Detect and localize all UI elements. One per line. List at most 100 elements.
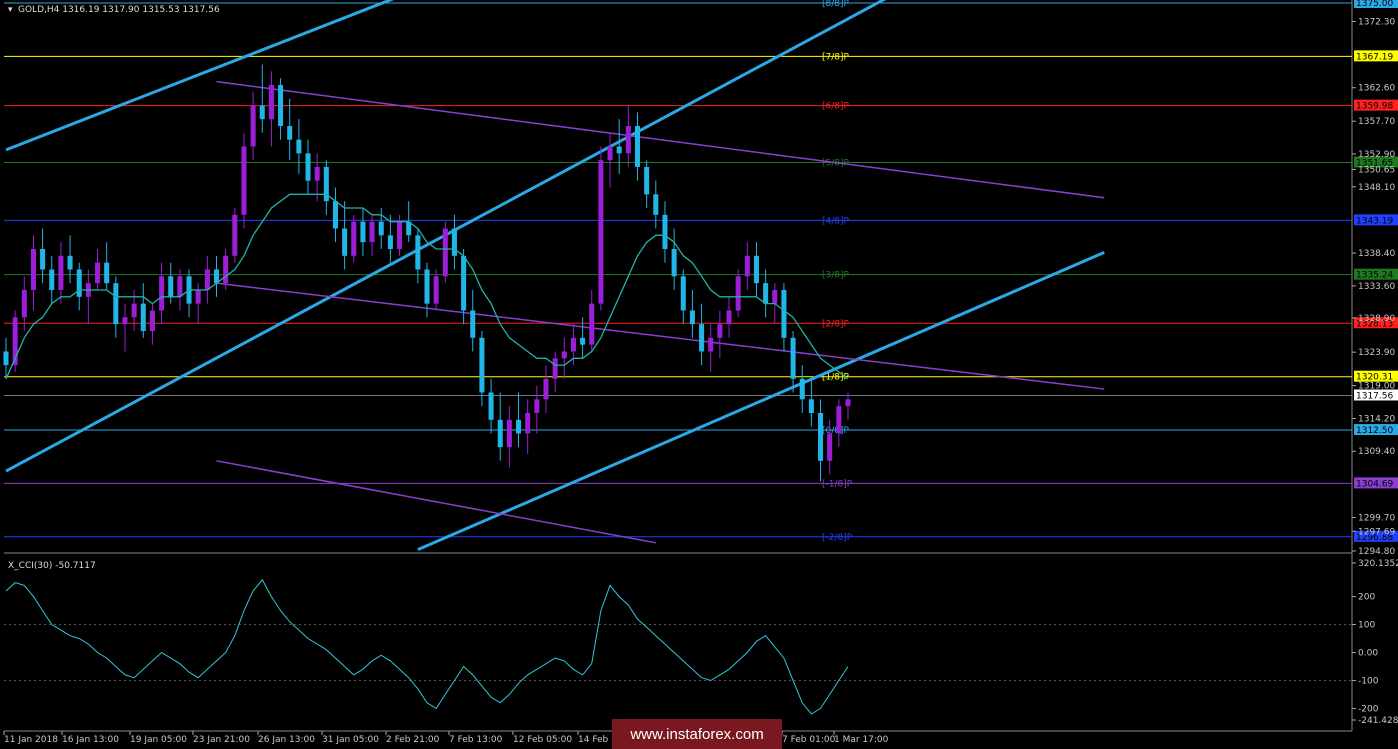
candle-body — [204, 269, 210, 290]
candle-body — [525, 412, 531, 434]
price-tick-label: 1352.90 — [1358, 150, 1395, 160]
murrey-level-label: [4/8]P — [822, 216, 850, 226]
price-tick-label: 1333.60 — [1358, 282, 1395, 292]
murrey-level-label: [2/8]P — [822, 319, 850, 329]
time-tick-label: 14 Feb — [578, 735, 609, 745]
price-tick-label: 1294.80 — [1358, 547, 1395, 557]
cci-tick-label: 0.00 — [1358, 649, 1378, 659]
candle-body — [827, 433, 833, 461]
candle-body — [461, 255, 467, 311]
cci-tick-label: -200 — [1358, 704, 1379, 714]
candle-body — [570, 337, 576, 352]
price-tick-label: 1357.70 — [1358, 117, 1395, 127]
candle-body — [122, 317, 128, 325]
candle-body — [753, 255, 759, 284]
current-price-tag-text: 1317.56 — [1356, 391, 1393, 401]
chart-title: GOLD,H4 1316.19 1317.90 1315.53 1317.56 — [18, 5, 220, 15]
price-tick-label: 1299.70 — [1358, 514, 1395, 524]
candle-body — [3, 351, 9, 366]
candle-body — [424, 269, 430, 304]
time-tick-label: 2 Feb 21:00 — [386, 735, 440, 745]
candle-body — [552, 358, 558, 379]
candle-body — [30, 248, 36, 290]
candle-body — [369, 221, 375, 243]
candle-body — [653, 194, 659, 215]
time-tick-label: 12 Feb 05:00 — [513, 735, 572, 745]
candle-body — [351, 221, 357, 256]
candle-body — [634, 125, 641, 167]
time-tick-label: 7 Feb 13:00 — [449, 735, 503, 745]
murrey-price-tag-text: 1375.00 — [1356, 0, 1393, 9]
time-tick-label: 26 Jan 13:00 — [258, 735, 315, 745]
candle-body — [516, 419, 522, 434]
candle-body — [287, 125, 293, 140]
price-tick-label: 1338.40 — [1358, 249, 1395, 259]
candle-body — [543, 378, 549, 400]
candle-body — [662, 214, 668, 249]
candle-body — [708, 337, 714, 352]
murrey-level-label: [8/8]P — [822, 0, 850, 9]
time-tick-label: 7 Feb 01:00 — [782, 735, 836, 745]
candle-body — [763, 283, 769, 304]
price-tick-label: 1323.90 — [1358, 348, 1395, 358]
murrey-price-tag-text: 1367.19 — [1356, 52, 1393, 62]
candle-body — [744, 255, 750, 277]
price-tick-label: 1309.40 — [1358, 447, 1395, 457]
candle-body — [644, 166, 650, 195]
candle-body — [140, 303, 146, 331]
murrey-price-tag-text: 1335.24 — [1356, 271, 1393, 281]
time-tick-label: 23 Jan 21:00 — [193, 735, 250, 745]
candle-body — [342, 228, 348, 256]
candle-body — [378, 221, 384, 236]
time-tick-label: 11 Jan 2018 — [4, 735, 58, 745]
candle-body — [278, 84, 284, 126]
watermark-text: www.instaforex.com — [629, 726, 763, 743]
candle-body — [168, 276, 174, 297]
time-tick-label: 16 Jan 13:00 — [62, 735, 119, 745]
candle-body — [607, 146, 613, 161]
candle-body — [598, 160, 604, 304]
candle-body — [296, 139, 302, 154]
candle-body — [58, 255, 64, 290]
candle-body — [818, 412, 824, 461]
candle-body — [699, 324, 705, 352]
candle-body — [149, 310, 155, 331]
candle-body — [268, 84, 274, 120]
candle-body — [616, 146, 622, 154]
candle-body — [223, 255, 229, 284]
cci-tick-label: 320.1352 — [1358, 559, 1398, 569]
watermark[interactable]: www.instaforex.com — [612, 719, 782, 749]
candle-body — [177, 276, 183, 297]
murrey-price-tag-text: 1312.50 — [1356, 426, 1393, 436]
dropdown-arrow-icon[interactable]: ▾ — [8, 5, 13, 15]
candle-body — [259, 105, 265, 120]
price-tick-label: 1350.65 — [1358, 165, 1395, 175]
murrey-level-label: [0/8]P — [822, 426, 850, 436]
candle-body — [451, 228, 457, 256]
price-tick-label: 1328.90 — [1358, 314, 1395, 324]
candle-body — [332, 201, 338, 229]
candle-body — [680, 276, 686, 311]
time-tick-label: 1 Mar 17:00 — [834, 735, 889, 745]
price-tick-label: 1297.69 — [1358, 527, 1395, 537]
price-tick-label: 1372.30 — [1358, 17, 1395, 27]
candle-body — [415, 235, 421, 270]
candle-body — [442, 228, 448, 277]
cci-tick-label: -241.4283 — [1358, 716, 1398, 726]
candle-body — [21, 289, 27, 318]
time-tick-label: 31 Jan 05:00 — [322, 735, 379, 745]
chart-canvas: [8/8]P[7/8]P[6/8]P[5/8]P[4/8]P[3/8]P[2/8… — [0, 0, 1398, 749]
candle-body — [305, 153, 311, 181]
murrey-level-label: [3/8]P — [822, 271, 850, 281]
candle-body — [67, 255, 73, 270]
candle-body — [561, 351, 567, 359]
candle-body — [40, 248, 46, 270]
candle-body — [95, 262, 101, 284]
candle-body — [726, 310, 732, 325]
candle-body — [131, 303, 137, 318]
candle-body — [387, 235, 393, 249]
candle-body — [836, 406, 842, 434]
price-tick-label: 1319.00 — [1358, 382, 1395, 392]
candle-body — [625, 125, 631, 154]
cci-tick-label: 200 — [1358, 593, 1375, 603]
